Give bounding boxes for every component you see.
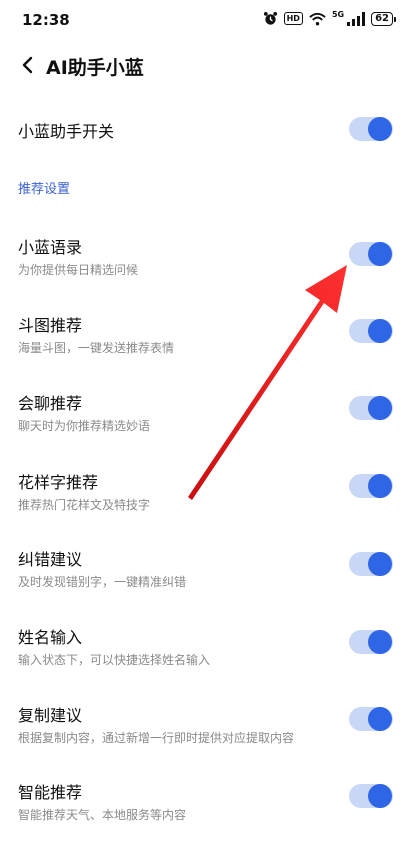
- setting-row-correction[interactable]: 纠错建议 及时发现错别字，一键精准纠错: [0, 540, 419, 600]
- fancy-text-toggle[interactable]: [349, 474, 393, 498]
- toggle-knob: [368, 784, 392, 808]
- status-icons: HD 5G 62: [263, 9, 396, 26]
- setting-title: 斗图推荐: [18, 316, 83, 335]
- setting-subtitle: 及时发现错别字，一键精准纠错: [18, 575, 187, 589]
- smart-recommend-toggle[interactable]: [349, 784, 393, 808]
- signal-icon: [347, 11, 366, 26]
- network-type-label: 5G: [331, 9, 345, 19]
- name-input-toggle[interactable]: [349, 630, 393, 654]
- setting-subtitle: 为你提供每日精选问候: [18, 263, 139, 277]
- toggle-knob: [368, 319, 392, 343]
- wifi-icon: [309, 12, 326, 25]
- setting-subtitle: 根据复制内容，通过新增一行即时提供对应提取内容: [18, 731, 295, 745]
- section-header: 推荐设置: [18, 182, 71, 197]
- setting-title: 姓名输入: [18, 628, 83, 647]
- setting-subtitle: 海量斗图，一键发送推荐表情: [18, 341, 175, 355]
- setting-title: 花样字推荐: [18, 473, 99, 492]
- status-time: 12:38: [22, 11, 70, 29]
- setting-subtitle: 聊天时为你推荐精选妙语: [18, 419, 151, 433]
- setting-title: 纠错建议: [18, 550, 83, 569]
- setting-row-fancy-text[interactable]: 花样字推荐 推荐热门花样文及特技字: [0, 463, 419, 523]
- setting-title: 会聊推荐: [18, 394, 83, 413]
- alarm-icon: [263, 11, 277, 25]
- toggle-knob: [368, 242, 392, 266]
- toggle-knob: [368, 630, 392, 654]
- setting-subtitle: 智能推荐天气、本地服务等内容: [18, 808, 187, 822]
- setting-row-copy-suggestion[interactable]: 复制建议 根据复制内容，通过新增一行即时提供对应提取内容: [0, 696, 419, 756]
- correction-toggle[interactable]: [349, 552, 393, 576]
- setting-row-sticker[interactable]: 斗图推荐 海量斗图，一键发送推荐表情: [0, 306, 419, 366]
- setting-row-name-input[interactable]: 姓名输入 输入状态下，可以快捷选择姓名输入: [0, 618, 419, 678]
- setting-subtitle: 推荐热门花样文及特技字: [18, 498, 151, 512]
- chat-toggle[interactable]: [349, 396, 393, 420]
- page-title: AI助手小蓝: [46, 57, 144, 79]
- nav-bar: AI助手小蓝: [0, 44, 419, 86]
- copy-suggestion-toggle[interactable]: [349, 707, 393, 731]
- setting-title: 智能推荐: [18, 783, 83, 802]
- main-switch-row[interactable]: 小蓝助手开关: [0, 104, 419, 154]
- status-bar: 12:38 HD 5G 62: [0, 0, 419, 44]
- setting-row-smart-recommend[interactable]: 智能推荐 智能推荐天气、本地服务等内容: [0, 773, 419, 833]
- main-switch-toggle[interactable]: [349, 117, 393, 141]
- battery-indicator: 62: [371, 11, 396, 26]
- toggle-knob: [368, 552, 392, 576]
- setting-title: 小蓝语录: [18, 238, 83, 257]
- toggle-knob: [368, 117, 392, 141]
- back-arrow-icon[interactable]: [20, 54, 36, 76]
- main-switch-label: 小蓝助手开关: [18, 122, 115, 141]
- sticker-toggle[interactable]: [349, 319, 393, 343]
- setting-subtitle: 输入状态下，可以快捷选择姓名输入: [18, 653, 211, 667]
- setting-row-chat[interactable]: 会聊推荐 聊天时为你推荐精选妙语: [0, 384, 419, 444]
- toggle-knob: [368, 474, 392, 498]
- hd-badge: HD: [283, 12, 303, 25]
- setting-title: 复制建议: [18, 706, 83, 725]
- quotes-toggle[interactable]: [349, 242, 393, 266]
- setting-row-quotes[interactable]: 小蓝语录 为你提供每日精选问候: [0, 228, 419, 288]
- toggle-knob: [368, 707, 392, 731]
- toggle-knob: [368, 396, 392, 420]
